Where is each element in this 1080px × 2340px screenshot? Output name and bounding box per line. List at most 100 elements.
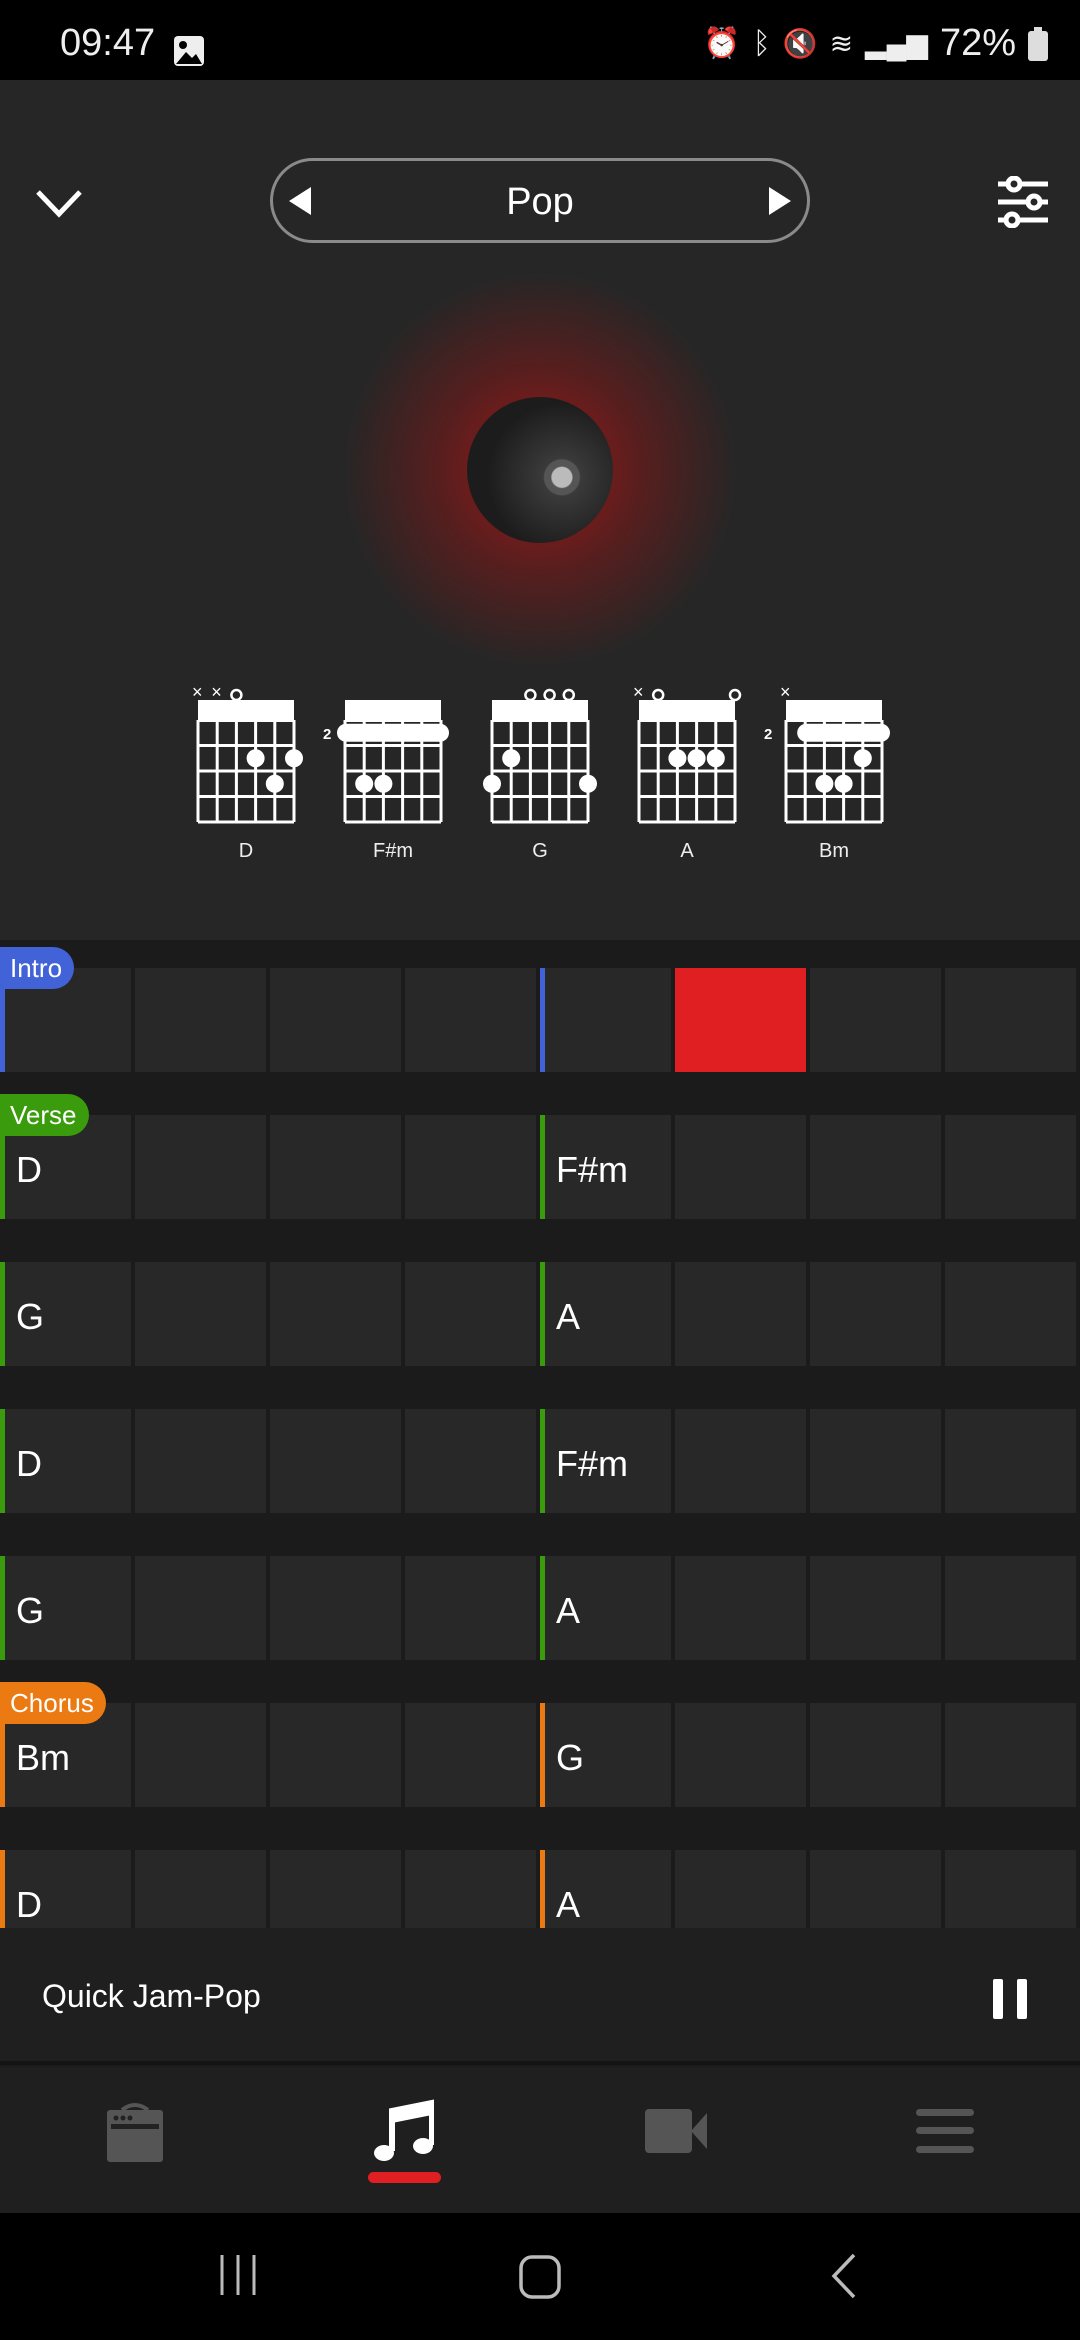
chord-name: A bbox=[680, 840, 694, 862]
bar-cell[interactable] bbox=[270, 968, 401, 1072]
home-icon[interactable] bbox=[518, 2255, 562, 2299]
finger-dot bbox=[579, 774, 597, 793]
open-string-mark bbox=[651, 688, 665, 702]
bar-cell[interactable] bbox=[675, 1703, 806, 1807]
bar-cell[interactable] bbox=[270, 1115, 401, 1219]
collapse-chevron-icon[interactable] bbox=[34, 186, 84, 220]
bar-cell[interactable]: A bbox=[540, 1556, 671, 1660]
section-marker bbox=[0, 1409, 5, 1513]
bar-cell[interactable] bbox=[675, 1115, 806, 1219]
bar-cell[interactable] bbox=[135, 1703, 266, 1807]
bar-cell[interactable] bbox=[540, 968, 671, 1072]
bar-cell[interactable] bbox=[405, 968, 536, 1072]
pause-button[interactable] bbox=[990, 1978, 1030, 2020]
bar-cell[interactable] bbox=[945, 1115, 1076, 1219]
section-label-verse[interactable]: Verse bbox=[0, 1094, 89, 1136]
bar-cell[interactable]: F#m bbox=[540, 1409, 671, 1513]
bar-cell[interactable]: D bbox=[0, 1409, 131, 1513]
chord-diagram-A: × bbox=[633, 682, 742, 824]
player-bar[interactable]: Quick Jam-Pop bbox=[0, 1928, 1080, 2065]
bar-cell[interactable] bbox=[810, 1262, 941, 1366]
next-genre-button[interactable] bbox=[769, 187, 791, 215]
bar-cell[interactable] bbox=[675, 1409, 806, 1513]
finger-dot bbox=[687, 749, 706, 768]
base-fret-label: 2 bbox=[323, 726, 331, 743]
chord-diagram-Bm: ×2 bbox=[764, 682, 890, 824]
bar-cell[interactable] bbox=[135, 1409, 266, 1513]
bar-cell[interactable] bbox=[135, 968, 266, 1072]
finger-dot bbox=[374, 774, 393, 793]
section-marker bbox=[540, 1703, 545, 1807]
bar-cell[interactable] bbox=[675, 1262, 806, 1366]
bar-cell[interactable]: G bbox=[540, 1703, 671, 1807]
finger-dot bbox=[285, 749, 303, 768]
chord-name: Bm bbox=[819, 840, 849, 862]
chord-symbol: A bbox=[556, 1296, 581, 1337]
section-marker bbox=[540, 1115, 545, 1219]
section-marker bbox=[540, 1262, 545, 1366]
bar-cell[interactable]: G bbox=[0, 1262, 131, 1366]
bar-cell[interactable] bbox=[675, 1556, 806, 1660]
section-label-intro[interactable]: Intro bbox=[0, 947, 75, 989]
section-marker bbox=[0, 1262, 5, 1366]
chord-diagram-G bbox=[483, 688, 597, 824]
bar-cell[interactable] bbox=[945, 1409, 1076, 1513]
bar-cell[interactable] bbox=[675, 968, 806, 1072]
chord-symbol: D bbox=[16, 1443, 42, 1484]
bar-cell[interactable] bbox=[270, 1703, 401, 1807]
section-label-chorus[interactable]: Chorus bbox=[0, 1682, 106, 1724]
genre-label: Pop bbox=[506, 181, 574, 223]
bar-cell[interactable] bbox=[945, 1703, 1076, 1807]
status-bar: 09:47 ⏰ ᛒ 🔇 ≋ ▂▄▆ 72% bbox=[0, 0, 1080, 80]
signal-icon: ▂▄▆ bbox=[865, 28, 928, 59]
chord-symbol: G bbox=[16, 1296, 45, 1337]
nav-amp-icon[interactable] bbox=[106, 2102, 164, 2162]
bar-cell[interactable] bbox=[810, 1409, 941, 1513]
nav-menu-icon[interactable] bbox=[916, 2109, 974, 2153]
bar-cell[interactable] bbox=[810, 968, 941, 1072]
bar-cell[interactable] bbox=[405, 1703, 536, 1807]
bar-cell[interactable] bbox=[945, 968, 1076, 1072]
bar-cell[interactable] bbox=[270, 1556, 401, 1660]
status-time: 09:47 bbox=[60, 22, 156, 64]
bar-cell[interactable] bbox=[270, 1262, 401, 1366]
back-icon[interactable] bbox=[830, 2253, 858, 2299]
bottom-nav bbox=[0, 2067, 1080, 2213]
bar-cell[interactable] bbox=[405, 1262, 536, 1366]
chord-symbol: F#m bbox=[556, 1149, 628, 1190]
bar-cell[interactable] bbox=[135, 1262, 266, 1366]
bar-cell[interactable]: A bbox=[540, 1262, 671, 1366]
muted-string-mark: × bbox=[192, 682, 203, 702]
chord-symbol: D bbox=[16, 1884, 42, 1925]
bar-cell[interactable] bbox=[135, 1556, 266, 1660]
chord-name: F#m bbox=[373, 840, 413, 862]
alarm-icon: ⏰ bbox=[703, 27, 741, 60]
bar-cell[interactable] bbox=[405, 1115, 536, 1219]
bar-cell[interactable] bbox=[810, 1703, 941, 1807]
gallery-icon bbox=[174, 36, 204, 66]
bar-cell[interactable] bbox=[405, 1409, 536, 1513]
muted-string-mark: × bbox=[633, 682, 644, 702]
settings-sliders-icon[interactable] bbox=[996, 176, 1050, 228]
chord-symbol: D bbox=[16, 1149, 42, 1190]
nav-video-icon[interactable] bbox=[645, 2109, 707, 2153]
bar-cell[interactable] bbox=[945, 1262, 1076, 1366]
finger-dot bbox=[502, 749, 521, 768]
bar-cell[interactable] bbox=[810, 1115, 941, 1219]
bar-cell[interactable] bbox=[945, 1556, 1076, 1660]
finger-dot bbox=[706, 749, 725, 768]
bar-cell[interactable] bbox=[135, 1115, 266, 1219]
recents-icon[interactable] bbox=[218, 2255, 258, 2297]
battery-level: 72% bbox=[939, 22, 1016, 64]
bar-cell[interactable]: G bbox=[0, 1556, 131, 1660]
finger-dot bbox=[853, 749, 872, 768]
open-string-mark bbox=[562, 688, 576, 702]
chord-symbol: G bbox=[16, 1590, 45, 1631]
bar-cell[interactable] bbox=[405, 1556, 536, 1660]
battery-icon bbox=[1028, 26, 1048, 61]
bar-cell[interactable] bbox=[810, 1556, 941, 1660]
bar-cell[interactable] bbox=[270, 1409, 401, 1513]
nav-song-icon[interactable] bbox=[372, 2099, 434, 2161]
open-string-mark bbox=[728, 688, 742, 702]
bar-cell[interactable]: F#m bbox=[540, 1115, 671, 1219]
